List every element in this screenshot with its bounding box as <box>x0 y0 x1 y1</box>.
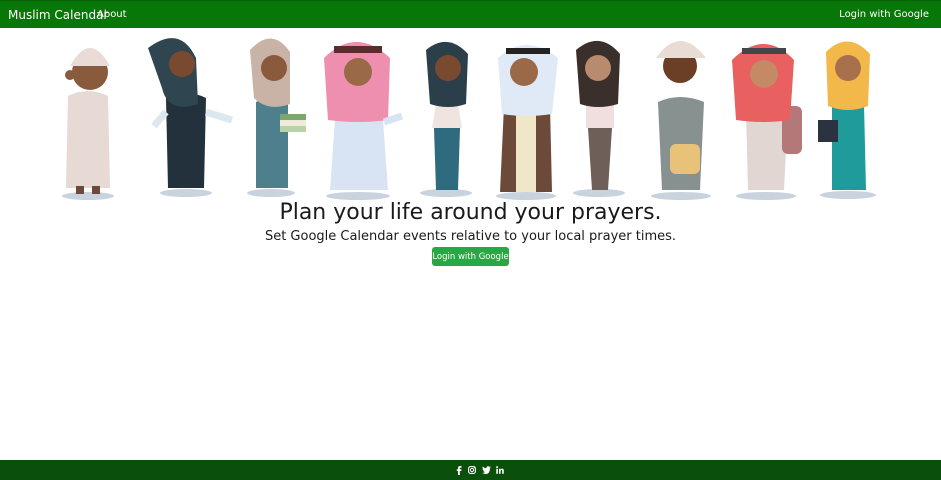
kid-figure <box>496 45 558 200</box>
footer <box>0 460 941 480</box>
top-navbar: Muslim Calendar About Login with Google <box>0 0 941 28</box>
nav-login-link[interactable]: Login with Google <box>839 9 929 20</box>
kid-figure <box>573 40 625 197</box>
nav-about-link[interactable]: About <box>97 9 127 20</box>
kid-figure <box>324 42 404 200</box>
kid-figure <box>420 41 472 197</box>
brand-link[interactable]: Muslim Calendar <box>8 8 108 22</box>
kid-figure <box>818 41 876 199</box>
linkedin-icon[interactable] <box>495 460 505 480</box>
kid-figure <box>247 38 306 197</box>
instagram-icon[interactable] <box>467 460 477 480</box>
hero-illustration <box>62 38 876 200</box>
kid-figure <box>148 38 234 197</box>
facebook-icon[interactable] <box>455 460 463 480</box>
login-with-google-button[interactable]: Login with Google <box>432 247 509 266</box>
hero-subheadline: Set Google Calendar events relative to y… <box>264 229 677 244</box>
kid-figure <box>62 48 114 200</box>
kid-figure <box>651 41 711 200</box>
kid-figure <box>732 44 802 200</box>
twitter-icon[interactable] <box>481 460 491 480</box>
hero-headline: Plan your life around your prayers. <box>279 200 662 225</box>
